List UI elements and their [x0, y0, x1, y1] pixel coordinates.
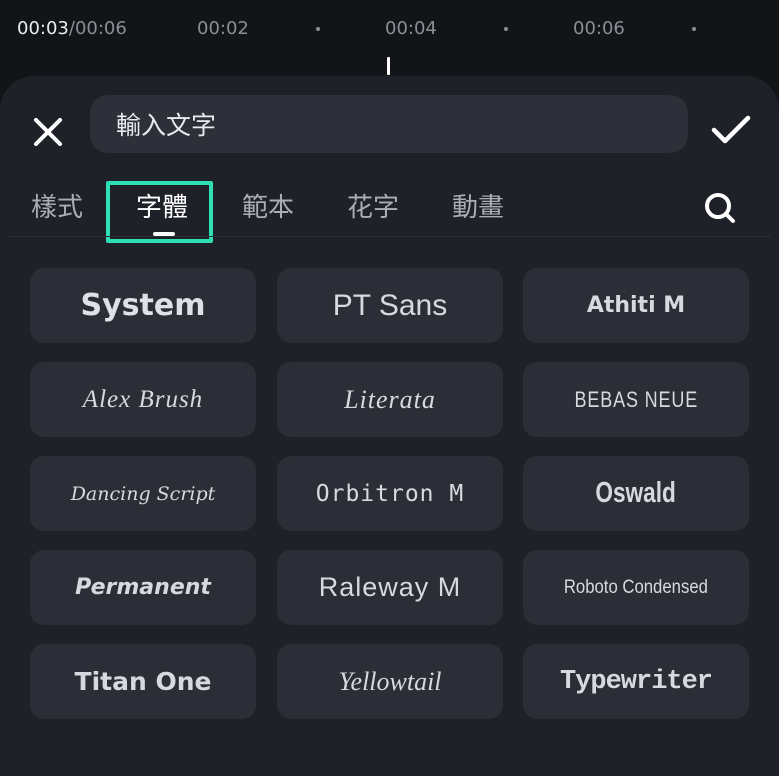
- font-option-label: Permanent: [75, 575, 211, 600]
- font-option-system[interactable]: System: [30, 268, 256, 343]
- font-option-orbitron[interactable]: Orbitron M: [277, 456, 503, 531]
- font-option-label: Titan One: [74, 667, 212, 696]
- font-option-raleway[interactable]: Raleway M: [277, 550, 503, 625]
- tab-template[interactable]: 範本: [242, 188, 294, 228]
- timeline-tick-label: 00:02: [197, 18, 249, 39]
- font-option-permanent[interactable]: Permanent: [30, 550, 256, 625]
- close-icon: [34, 118, 62, 146]
- timeline-ruler[interactable]: 00:03/00:06 00:02 00:04 00:06: [0, 0, 779, 76]
- font-option-label: Dancing Script: [70, 482, 216, 505]
- timeline-tick-label: 00:06: [573, 18, 625, 39]
- tab-fancy-text[interactable]: 花字: [347, 188, 399, 228]
- font-option-label: Oswald: [595, 477, 677, 509]
- check-icon: [711, 115, 751, 144]
- font-option-label: Athiti M: [586, 293, 686, 318]
- confirm-button[interactable]: [708, 110, 754, 150]
- font-option-label: PT Sans: [332, 288, 448, 322]
- current-time: 00:03: [17, 18, 69, 39]
- font-option-alex-brush[interactable]: Alex Brush: [30, 362, 256, 437]
- font-option-label: Literata: [344, 384, 436, 414]
- font-option-label: BEBAS NEUE: [574, 386, 698, 412]
- font-option-typewriter[interactable]: Typewriter: [523, 644, 749, 719]
- close-button[interactable]: [28, 112, 68, 152]
- font-option-athiti[interactable]: Athiti M: [523, 268, 749, 343]
- font-option-label: Yellowtail: [338, 666, 442, 696]
- font-option-literata[interactable]: Literata: [277, 362, 503, 437]
- font-option-oswald[interactable]: Oswald: [523, 456, 749, 531]
- highlight-box: [106, 181, 213, 243]
- font-option-label: Raleway M: [318, 572, 462, 602]
- tab-animation[interactable]: 動畫: [452, 188, 504, 228]
- font-option-roboto-condensed[interactable]: Roboto Condensed: [523, 550, 749, 625]
- search-button[interactable]: [700, 188, 740, 228]
- font-option-label: Orbitron M: [315, 480, 465, 507]
- tab-divider: [8, 236, 771, 237]
- font-option-bebas-neue[interactable]: BEBAS NEUE: [523, 362, 749, 437]
- timeline-time-readout: 00:03/00:06: [17, 18, 127, 39]
- font-option-label: Roboto Condensed: [563, 576, 709, 598]
- font-option-label: Alex Brush: [82, 385, 204, 413]
- font-option-dancing-script[interactable]: Dancing Script: [30, 456, 256, 531]
- search-icon: [705, 193, 735, 223]
- playhead[interactable]: [387, 57, 390, 75]
- font-option-titan-one[interactable]: Titan One: [30, 644, 256, 719]
- timeline-tick-dot: [504, 27, 508, 31]
- tab-style[interactable]: 樣式: [31, 188, 83, 228]
- font-option-label: System: [80, 288, 206, 323]
- timeline-tick-label: 00:04: [385, 18, 437, 39]
- total-time: /00:06: [68, 18, 127, 39]
- font-option-pt-sans[interactable]: PT Sans: [277, 268, 503, 343]
- timeline-tick-dot: [316, 27, 320, 31]
- timeline-tick-dot: [692, 27, 696, 31]
- text-input[interactable]: [90, 95, 688, 153]
- font-option-label: Typewriter: [559, 666, 713, 697]
- font-option-yellowtail[interactable]: Yellowtail: [277, 644, 503, 719]
